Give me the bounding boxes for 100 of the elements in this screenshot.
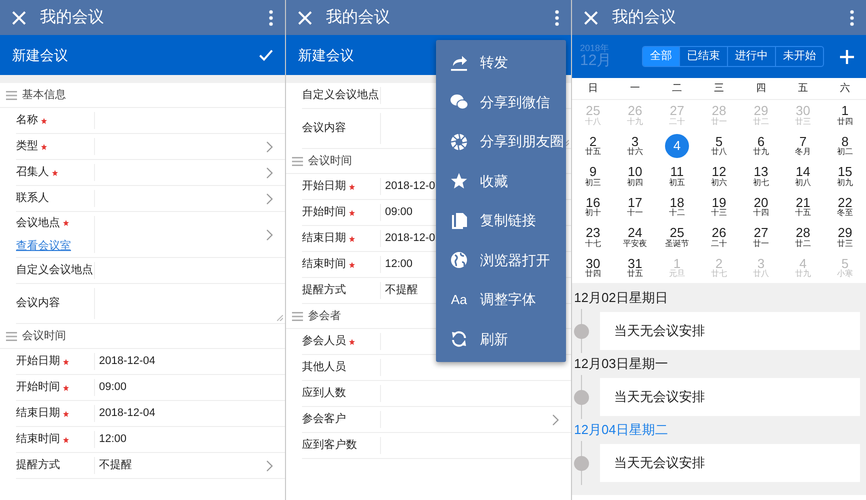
- field-label: 召集人: [16, 165, 49, 180]
- lunar-date: 廿五: [627, 270, 643, 279]
- weekday-label: 六: [840, 82, 850, 96]
- screen-title: 我的会议: [612, 8, 677, 28]
- lunar-date: 元旦: [669, 270, 685, 279]
- weekday-label: 一: [630, 82, 640, 96]
- more-icon[interactable]: [269, 10, 273, 26]
- date-number[interactable]: 24: [628, 226, 642, 240]
- date-number[interactable]: 18: [670, 196, 684, 210]
- lunar-date: 冬月: [795, 148, 811, 157]
- field-label: 联系人: [16, 190, 49, 206]
- date-number[interactable]: 30: [586, 256, 600, 270]
- filter-tab[interactable]: 未开始: [775, 46, 823, 66]
- lunar-date: 初九: [837, 178, 853, 188]
- section-title: 会议时间: [308, 154, 352, 169]
- close-icon[interactable]: [298, 10, 312, 24]
- date-number[interactable]: 2: [589, 134, 597, 148]
- more-icon[interactable]: [850, 10, 854, 26]
- agenda-date: 12月04日星期二: [574, 421, 668, 440]
- lunar-date: 廿六: [627, 148, 643, 157]
- date-number[interactable]: 5: [715, 134, 723, 148]
- timeline-dot: [574, 324, 589, 339]
- lunar-date: 初五: [669, 178, 685, 188]
- close-icon[interactable]: [12, 10, 26, 24]
- date-number[interactable]: 6: [757, 134, 765, 148]
- date-number[interactable]: 17: [628, 196, 642, 210]
- aperture-icon: [450, 132, 468, 151]
- lunar-date: 廿五: [585, 148, 601, 157]
- close-icon[interactable]: [584, 10, 598, 24]
- field-label: 会议地点: [16, 216, 60, 231]
- required-icon: [349, 338, 355, 344]
- date-number[interactable]: 16: [586, 196, 600, 210]
- weekday-label: 五: [798, 82, 808, 96]
- lunar-date: 廿二: [795, 240, 811, 248]
- date-number[interactable]: 12: [712, 165, 726, 179]
- check-icon[interactable]: [259, 49, 273, 61]
- chat-bubbles-icon: [450, 93, 468, 112]
- chevron-icon: [266, 166, 273, 178]
- date-number[interactable]: 14: [796, 165, 810, 179]
- menu-item[interactable]: 复制链接: [436, 201, 566, 240]
- date-number[interactable]: 11: [670, 165, 684, 179]
- link[interactable]: 查看会议室: [16, 238, 71, 254]
- menu-item[interactable]: 刷新: [436, 320, 566, 359]
- date-number[interactable]: 29: [838, 226, 852, 240]
- timeline-dot: [574, 456, 589, 471]
- date-number[interactable]: 15: [838, 165, 852, 179]
- date-number[interactable]: 1: [841, 104, 849, 118]
- date-number[interactable]: 22: [838, 196, 852, 210]
- lunar-date: 小寒: [837, 270, 853, 279]
- date-number[interactable]: 21: [796, 196, 810, 210]
- required-icon: [349, 184, 355, 190]
- date-number[interactable]: 28: [796, 226, 810, 240]
- lunar-date: 初二: [837, 148, 853, 157]
- selected-date[interactable]: 4: [665, 134, 689, 158]
- text-area[interactable]: [94, 288, 285, 319]
- date-number[interactable]: 10: [628, 165, 642, 179]
- select-field[interactable]: 不提醒: [94, 457, 285, 474]
- chevron-icon: [552, 414, 559, 426]
- more-icon[interactable]: [555, 10, 559, 26]
- menu-item[interactable]: 转发: [436, 43, 566, 82]
- required-icon: [63, 358, 69, 364]
- chevron-icon: [266, 228, 273, 240]
- lunar-date: 廿七: [711, 270, 727, 279]
- filter-tab[interactable]: 已结束: [679, 46, 727, 66]
- chevron-icon: [266, 460, 273, 472]
- menu-item[interactable]: 分享到朋友圈: [436, 122, 566, 162]
- field-label: 应到人数: [302, 386, 346, 402]
- timeline-dot: [574, 390, 589, 405]
- star-icon: [450, 172, 468, 190]
- input-field[interactable]: 12:00: [94, 431, 285, 448]
- weekday-label: 三: [714, 82, 724, 96]
- agenda-date: 12月02日星期日: [574, 289, 668, 308]
- date-number[interactable]: 8: [841, 134, 849, 148]
- date-number[interactable]: 7: [799, 134, 807, 148]
- menu-item[interactable]: 浏览器打开: [436, 240, 566, 280]
- date-number[interactable]: 13: [754, 165, 768, 179]
- input-field[interactable]: 2018-12-04: [94, 405, 285, 422]
- lunar-date: 初三: [585, 178, 601, 188]
- date-number[interactable]: 19: [712, 196, 726, 210]
- date-number[interactable]: 3: [631, 134, 639, 148]
- required-icon: [41, 144, 47, 150]
- menu-item[interactable]: 分享到微信: [436, 82, 566, 122]
- screen-title: 我的会议: [40, 8, 105, 28]
- date-number[interactable]: 23: [586, 226, 600, 240]
- menu-item[interactable]: 收藏: [436, 162, 566, 201]
- date-number[interactable]: 25: [670, 226, 684, 240]
- field-label: 其他人员: [302, 360, 346, 376]
- filter-tab[interactable]: 进行中: [727, 46, 775, 66]
- date-number[interactable]: 31: [628, 256, 642, 270]
- section-title: 基本信息: [22, 88, 66, 103]
- date-number[interactable]: 27: [754, 226, 768, 240]
- date-number[interactable]: 26: [712, 226, 726, 240]
- add-icon[interactable]: [840, 50, 854, 64]
- menu-item[interactable]: Aa 调整字体: [436, 280, 566, 320]
- input-field[interactable]: 09:00: [94, 379, 285, 396]
- date-number[interactable]: 9: [589, 165, 597, 179]
- month-label: 12月: [580, 53, 613, 70]
- input-field[interactable]: 2018-12-04: [94, 353, 285, 370]
- date-number[interactable]: 20: [754, 196, 768, 210]
- chevron-icon: [266, 140, 273, 152]
